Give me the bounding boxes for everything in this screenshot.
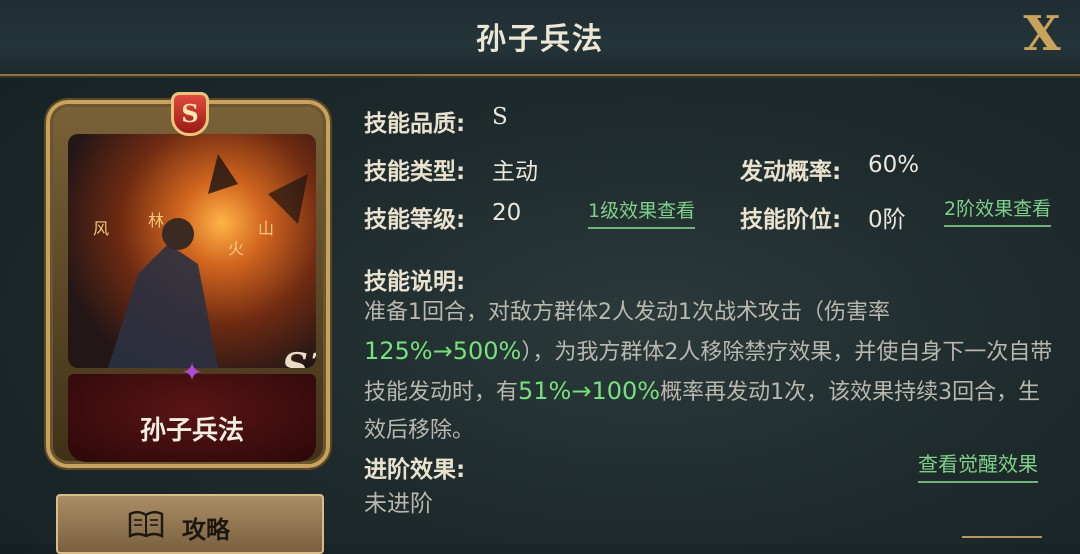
chance-label: 发动概率:	[740, 159, 842, 185]
awaken-effect-link[interactable]: 查看觉醒效果	[918, 448, 1038, 483]
advance-value: 未进阶	[364, 491, 433, 517]
rank-value: 0阶	[868, 207, 906, 233]
rank2-effect-link[interactable]: 2阶效果查看	[944, 194, 1052, 227]
type-label: 技能类型:	[364, 159, 466, 185]
desc-text-1: 准备1回合，对敌方群体2人发动1次战术攻击（伤害率	[364, 300, 890, 325]
rank-label: 技能阶位:	[740, 207, 842, 233]
level1-effect-link[interactable]: 1级效果查看	[588, 196, 696, 229]
skill-info-panel: 技能品质: S 技能类型: 主动 发动概率: 60% 技能等级: 20 1级效果…	[0, 0, 1080, 544]
bottom-button-edge	[962, 536, 1042, 546]
desc-label: 技能说明:	[364, 269, 466, 295]
desc-highlight-chance: 51%→100%	[518, 377, 661, 405]
type-value: 主动	[492, 159, 538, 185]
level-value: 20	[492, 200, 522, 226]
chance-value: 60%	[868, 152, 920, 178]
desc-highlight-damage: 125%→500%	[364, 337, 522, 365]
level-label: 技能等级:	[364, 207, 466, 233]
quality-value: S	[492, 104, 508, 130]
quality-label: 技能品质:	[364, 111, 466, 137]
advance-label: 进阶效果:	[364, 457, 466, 483]
skill-description: 准备1回合，对敌方群体2人发动1次战术攻击（伤害率125%→500%），为我方群…	[364, 294, 1054, 450]
